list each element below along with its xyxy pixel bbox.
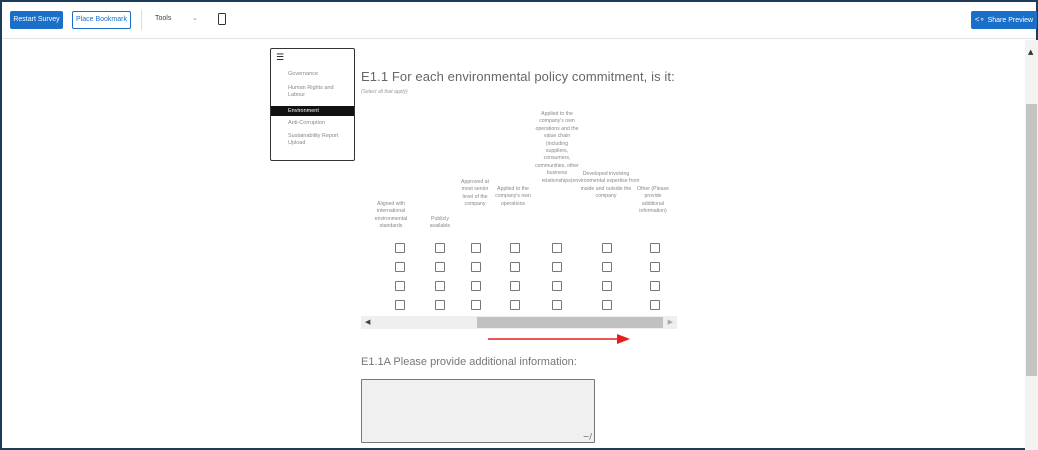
checkbox[interactable] (602, 262, 612, 272)
column-header: Applied to the company's own operations (495, 186, 531, 207)
checkbox[interactable] (552, 281, 562, 291)
checkbox[interactable] (471, 243, 481, 253)
question-2-title: E1.1A Please provide additional informat… (361, 356, 577, 368)
checkbox[interactable] (395, 262, 405, 272)
checkbox[interactable] (471, 281, 481, 291)
menu-item-environment[interactable]: Environment (271, 106, 354, 116)
column-header: Aligned with international environmental… (374, 201, 408, 230)
hamburger-icon[interactable]: ☰ (276, 54, 284, 63)
checkbox[interactable] (510, 262, 520, 272)
column-header: Developed involving environmental expert… (572, 171, 640, 200)
checkbox[interactable] (435, 243, 445, 253)
checkbox[interactable] (650, 243, 660, 253)
menu-item-sustainability-report[interactable]: Sustainability Report Upload (271, 133, 354, 147)
vertical-scrollbar[interactable]: ▲ (1025, 40, 1038, 450)
additional-info-textarea[interactable]: −∕ (361, 379, 595, 443)
scroll-up-arrow-icon[interactable]: ▲ (1028, 48, 1033, 56)
column-header: Approved at most senior level of the com… (461, 179, 489, 208)
mobile-preview-icon[interactable] (218, 13, 226, 25)
checkbox[interactable] (435, 300, 445, 310)
checkbox[interactable] (435, 262, 445, 272)
checkbox[interactable] (510, 243, 520, 253)
red-arrow-annotation (488, 334, 630, 344)
checkbox[interactable] (602, 281, 612, 291)
top-toolbar: Restart Survey Place Bookmark Tools ⌄ <∘… (2, 2, 1037, 39)
checkbox[interactable] (602, 243, 612, 253)
place-bookmark-button[interactable]: Place Bookmark (72, 11, 131, 29)
checkbox[interactable] (395, 243, 405, 253)
checkbox[interactable] (471, 300, 481, 310)
checkbox[interactable] (650, 300, 660, 310)
column-header: Other (Please provide additional informa… (636, 186, 669, 215)
checkbox[interactable] (602, 300, 612, 310)
share-preview-button[interactable]: <∘ Share Preview (971, 11, 1037, 29)
chevron-down-icon[interactable]: ⌄ (192, 14, 198, 22)
checkbox[interactable] (650, 262, 660, 272)
column-header: Publicly available (429, 216, 451, 230)
vertical-scrollbar-thumb[interactable] (1026, 104, 1037, 376)
share-preview-label: Share Preview (987, 17, 1034, 24)
menu-item-governance[interactable]: Governance (271, 71, 354, 78)
share-icon: <∘ (974, 15, 985, 24)
restart-survey-button[interactable]: Restart Survey (10, 11, 63, 29)
toolbar-divider (141, 10, 142, 30)
question-title: E1.1 For each environmental policy commi… (361, 69, 675, 84)
menu-item-human-rights[interactable]: Human Rights and Labour (271, 85, 354, 99)
checkbox[interactable] (650, 281, 660, 291)
checkbox[interactable] (552, 243, 562, 253)
checkbox[interactable] (552, 300, 562, 310)
horizontal-scrollbar[interactable]: ◀ ▶ (361, 316, 677, 329)
question-hint: (Select all that apply) (361, 89, 408, 95)
checkbox[interactable] (395, 300, 405, 310)
checkbox[interactable] (510, 300, 520, 310)
checkbox[interactable] (510, 281, 520, 291)
checkbox[interactable] (435, 281, 445, 291)
menu-item-anti-corruption[interactable]: Anti-Corruption (271, 120, 354, 127)
tools-menu[interactable]: Tools (155, 15, 171, 22)
scroll-right-arrow-icon[interactable]: ▶ (668, 318, 673, 326)
checkbox[interactable] (395, 281, 405, 291)
checkbox[interactable] (471, 262, 481, 272)
checkbox[interactable] (552, 262, 562, 272)
resize-handle-icon[interactable]: −∕ (583, 432, 592, 441)
section-menu: ☰ Governance Human Rights and Labour Env… (270, 48, 355, 161)
scrollbar-thumb[interactable] (477, 317, 663, 328)
scroll-left-arrow-icon[interactable]: ◀ (365, 318, 370, 326)
